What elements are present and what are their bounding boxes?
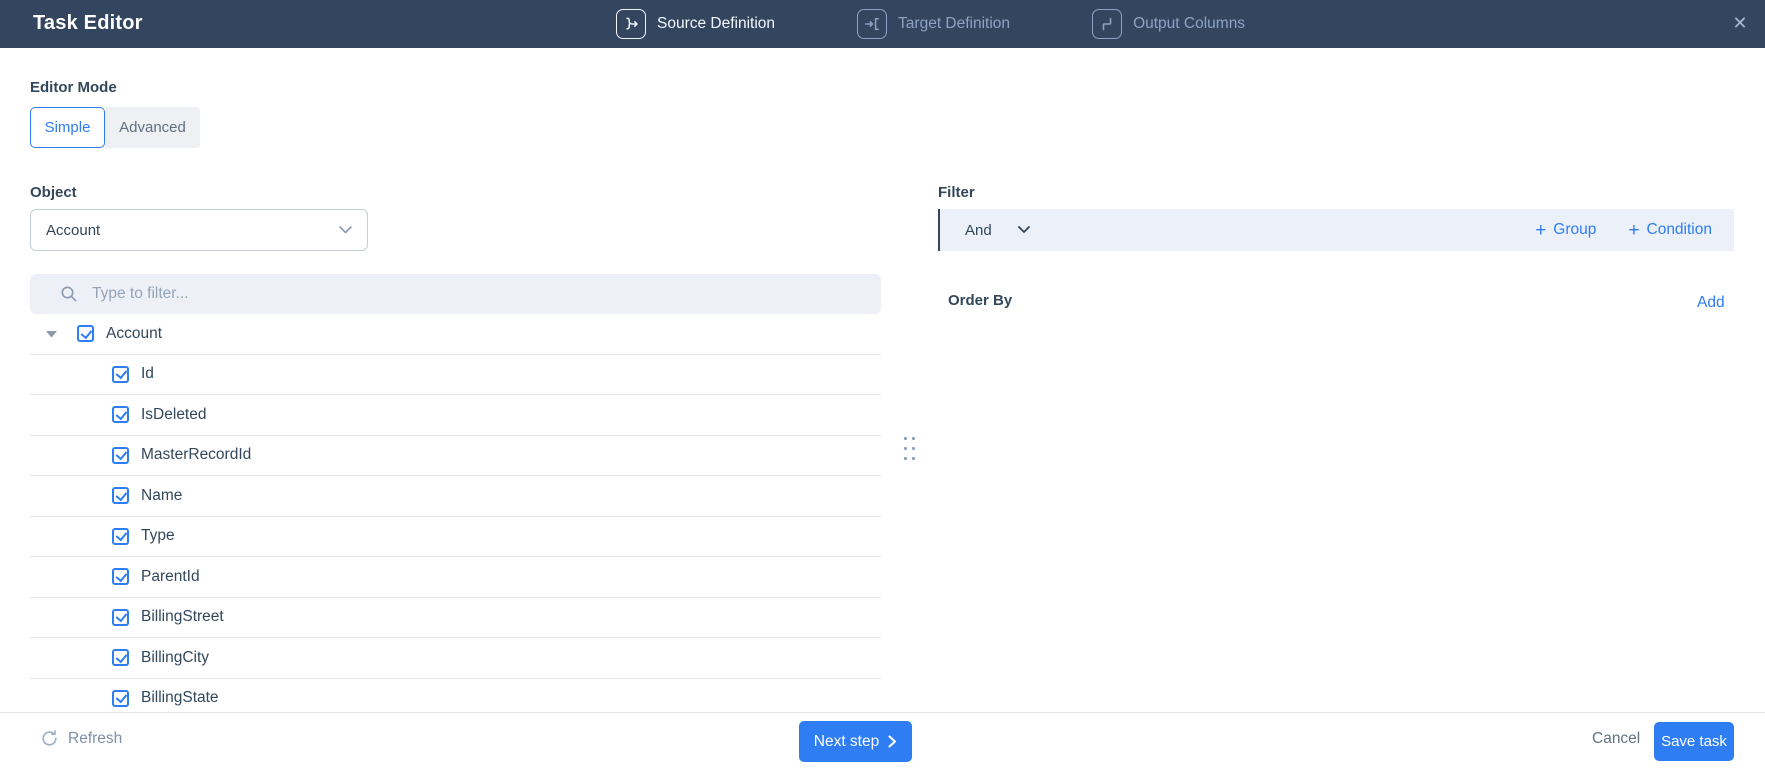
search-icon	[60, 285, 78, 303]
tree-field-label: IsDeleted	[141, 405, 207, 423]
source-definition-icon	[616, 9, 646, 39]
field-tree: Account Id IsDeleted MasterRecordId Name…	[30, 314, 881, 712]
operator-chevron-down-icon[interactable]	[1017, 226, 1030, 234]
filter-label: Filter	[938, 184, 975, 201]
filter-group-bar: And + Group + Condition	[938, 209, 1734, 251]
save-task-button[interactable]: Save task	[1654, 722, 1734, 761]
add-condition-label: Condition	[1646, 221, 1713, 238]
footer-bar: Refresh Next step Cancel Save task	[0, 712, 1765, 768]
order-by-label: Order By	[948, 292, 1013, 309]
chevron-right-icon	[888, 735, 897, 748]
tree-row[interactable]: Name	[30, 476, 881, 517]
editor-mode-toggle: Simple Advanced	[30, 107, 200, 148]
refresh-label: Refresh	[68, 729, 123, 747]
tree-row[interactable]: Id	[30, 355, 881, 395]
tree-field-label: BillingCity	[141, 648, 210, 666]
editor-mode-advanced-button[interactable]: Advanced	[105, 107, 200, 148]
step-label: Target Definition	[898, 15, 1011, 32]
tree-row[interactable]: BillingStreet	[30, 598, 881, 638]
field-search-input[interactable]	[92, 285, 865, 303]
output-columns-icon	[1092, 9, 1123, 39]
add-group-button[interactable]: + Group	[1535, 221, 1596, 240]
object-select-value: Account	[46, 221, 101, 239]
field-search	[30, 274, 881, 314]
title-bar: Task Editor Source Definition Target Def…	[0, 0, 1765, 48]
tree-row[interactable]: BillingCity	[30, 638, 881, 679]
cancel-button[interactable]: Cancel	[1592, 730, 1640, 748]
tree-field-label: BillingStreet	[141, 608, 224, 626]
object-select[interactable]: Account	[30, 209, 368, 251]
checkbox-field[interactable]	[112, 406, 129, 424]
tree-row[interactable]: IsDeleted	[30, 395, 881, 436]
add-group-label: Group	[1553, 221, 1597, 238]
tree-field-label: ParentId	[141, 567, 200, 585]
checkbox-field[interactable]	[112, 568, 129, 586]
caret-down-icon[interactable]	[46, 330, 57, 337]
step-label: Source Definition	[657, 15, 776, 32]
checkbox-field[interactable]	[112, 608, 129, 626]
object-label: Object	[30, 184, 77, 201]
step-target-definition[interactable]: Target Definition	[857, 9, 1010, 39]
plus-icon: +	[1535, 219, 1547, 241]
checkbox-field[interactable]	[112, 365, 129, 383]
next-step-label: Next step	[813, 732, 880, 750]
chevron-down-icon	[339, 226, 352, 234]
filter-operator[interactable]: And	[965, 222, 992, 239]
tree-field-label: MasterRecordId	[141, 446, 252, 464]
tree-root-label: Account	[106, 324, 163, 342]
checkbox-field[interactable]	[112, 446, 129, 464]
filter-actions: + Group + Condition	[1535, 221, 1712, 240]
editor-mode-simple-button[interactable]: Simple	[30, 107, 105, 148]
tree-row[interactable]: ParentId	[30, 557, 881, 598]
next-step-button[interactable]: Next step	[799, 721, 912, 762]
refresh-icon	[40, 729, 59, 748]
tree-row-root[interactable]: Account	[30, 314, 881, 355]
close-icon[interactable]: ✕	[1729, 12, 1751, 34]
tree-field-label: BillingState	[141, 689, 219, 707]
window-title: Task Editor	[33, 12, 143, 34]
checkbox-field[interactable]	[112, 487, 129, 505]
tree-row[interactable]: Type	[30, 517, 881, 557]
order-by-add-button[interactable]: Add	[1697, 294, 1725, 312]
plus-icon: +	[1628, 219, 1640, 241]
step-label: Output Columns	[1133, 15, 1246, 32]
editor-mode-label: Editor Mode	[30, 79, 117, 96]
panel-resize-handle[interactable]	[904, 437, 915, 460]
checkbox-account[interactable]	[77, 325, 94, 343]
checkbox-field[interactable]	[112, 527, 129, 545]
tree-field-label: Type	[141, 527, 175, 545]
tree-field-label: Id	[141, 365, 154, 383]
tree-row[interactable]: MasterRecordId	[30, 436, 881, 476]
step-output-columns[interactable]: Output Columns	[1092, 9, 1245, 39]
refresh-button[interactable]: Refresh	[40, 729, 122, 748]
step-source-definition[interactable]: Source Definition	[616, 9, 775, 39]
target-definition-icon	[857, 9, 888, 39]
step-nav: Source Definition Target Definition Outp…	[616, 0, 1245, 48]
tree-field-label: Name	[141, 486, 183, 504]
tree-row[interactable]: BillingState	[30, 679, 881, 713]
add-condition-button[interactable]: + Condition	[1628, 221, 1712, 240]
checkbox-field[interactable]	[112, 649, 129, 667]
checkbox-field[interactable]	[112, 689, 129, 707]
